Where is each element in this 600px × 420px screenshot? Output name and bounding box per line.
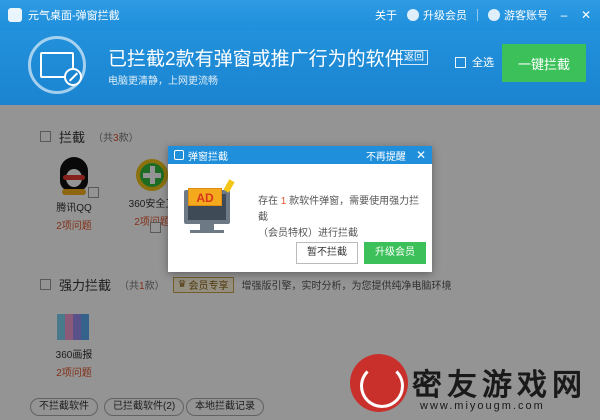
dialog-icon xyxy=(174,150,184,160)
watermark-logo-icon xyxy=(350,354,408,412)
popup-block-dialog: 弹窗拦截 不再提醒 ✕ AD 存在 1 款软件弹窗，需要使用强力拦截 （会员特权… xyxy=(168,146,432,272)
close-window-button[interactable]: ✕ xyxy=(580,8,592,22)
watermark: 密友游戏网 www.miyougm.com xyxy=(350,352,595,418)
app-title: 元气桌面-弹窗拦截 xyxy=(28,10,120,22)
account-menu[interactable]: 游客账号 xyxy=(488,7,548,23)
about-link[interactable]: 关于 xyxy=(375,7,397,23)
skip-block-button[interactable]: 暂不拦截 xyxy=(296,242,358,264)
dialog-header: 弹窗拦截 不再提醒 ✕ xyxy=(168,146,432,164)
select-all-label: 全选 xyxy=(472,57,494,69)
banner-subtitle: 电脑更清静，上网更流畅 xyxy=(108,76,218,87)
checkbox-icon xyxy=(455,56,466,68)
app-logo-icon xyxy=(8,8,22,22)
banner-headline: 已拦截2款有弹窗或推广行为的软件 xyxy=(108,49,404,70)
app-window: 元气桌面-弹窗拦截 关于 升级会员 游客账号 – ✕ 已拦截2款有弹窗或推广行为… xyxy=(0,0,600,420)
upgrade-vip-link[interactable]: 升级会员 xyxy=(407,7,467,23)
ad-label: AD xyxy=(188,188,222,206)
popup-block-icon xyxy=(28,36,86,94)
watermark-url: www.miyougm.com xyxy=(420,400,545,412)
account-label: 游客账号 xyxy=(504,10,548,22)
dialog-message: 存在 1 款软件弹窗，需要使用强力拦截 （会员特权）进行拦截 xyxy=(258,196,420,239)
block-all-button[interactable]: 一键拦截 xyxy=(502,44,586,82)
avatar xyxy=(488,9,500,21)
select-all-checkbox[interactable]: 全选 xyxy=(455,54,494,70)
ad-monitor-icon: AD xyxy=(180,176,242,242)
title-bar: 元气桌面-弹窗拦截 关于 升级会员 游客账号 – ✕ xyxy=(0,0,600,30)
divider xyxy=(477,9,478,21)
upgrade-vip-button[interactable]: 升级会员 xyxy=(364,242,426,264)
dialog-title: 弹窗拦截 xyxy=(188,151,228,163)
title-bar-actions: 关于 升级会员 游客账号 – ✕ xyxy=(375,7,592,23)
no-remind-link[interactable]: 不再提醒 xyxy=(366,148,406,163)
minimize-button[interactable]: – xyxy=(558,8,570,22)
watermark-title: 密友游戏网 xyxy=(412,368,587,403)
upgrade-vip-label: 升级会员 xyxy=(423,10,467,22)
back-button[interactable]: 返回 xyxy=(400,50,428,65)
header-banner: 已拦截2款有弹窗或推广行为的软件 返回 电脑更清静，上网更流畅 全选 一键拦截 xyxy=(0,30,600,105)
vip-icon xyxy=(407,9,419,21)
dialog-close-icon[interactable]: ✕ xyxy=(416,148,426,162)
